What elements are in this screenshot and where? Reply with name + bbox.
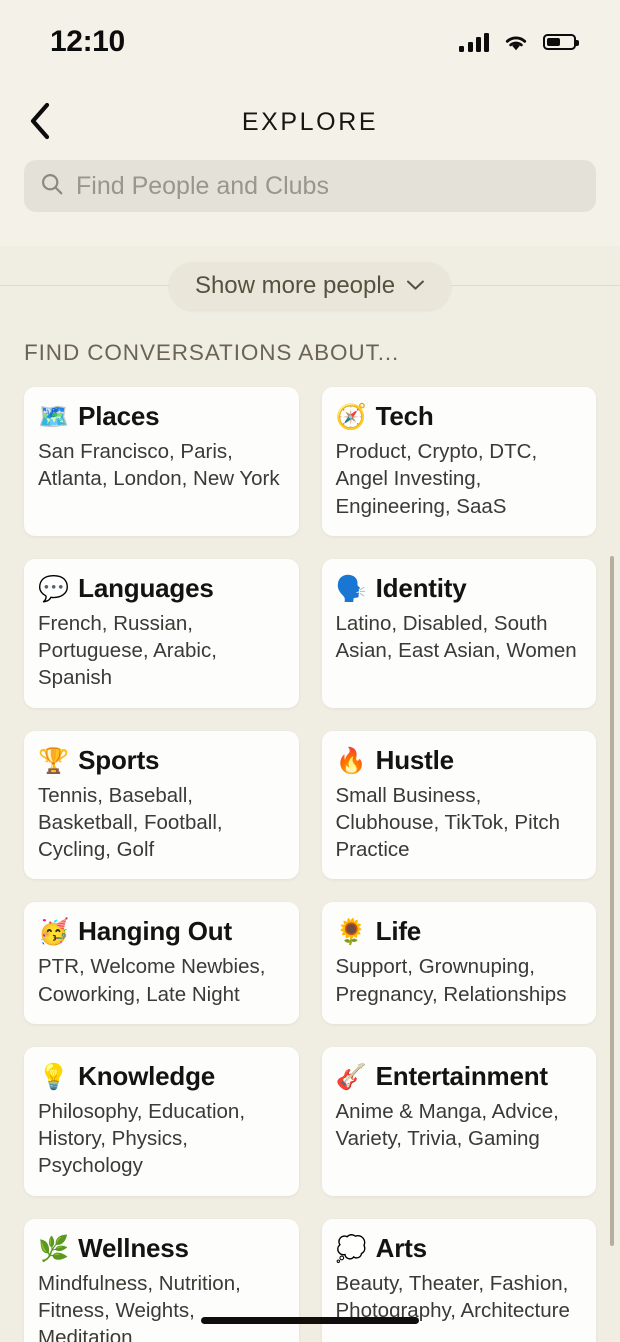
category-title: Wellness bbox=[78, 1232, 189, 1263]
category-card-header: 🌻 Life bbox=[336, 916, 583, 947]
category-title: Places bbox=[78, 401, 160, 431]
fire-emoji: 🔥 bbox=[335, 745, 367, 775]
category-topics: French, Russian, Portuguese, Arabic, Spa… bbox=[38, 611, 217, 690]
category-card-header: 🗺️ Places bbox=[38, 401, 285, 432]
category-card-header: 🥳 Hanging Out bbox=[38, 916, 285, 947]
category-title: Hanging Out bbox=[78, 916, 232, 947]
status-bar: 12:10 bbox=[0, 0, 620, 84]
navigation-header: EXPLORE bbox=[0, 84, 620, 160]
category-title: Entertainment bbox=[375, 1060, 548, 1091]
category-topics: Support, Grownuping, Pregnancy, Relation… bbox=[335, 955, 567, 1006]
partying-face-emoji: 🥳 bbox=[38, 917, 70, 947]
category-card[interactable]: 🗣️ Identity Latino, Disabled, South Asian,… bbox=[321, 558, 596, 708]
category-topics: Mindfulness, Nutrition, Fitness, Weights… bbox=[38, 1271, 241, 1342]
trophy-emoji: 🏆 bbox=[38, 745, 70, 775]
category-topics: Small Business, Clubhouse, TikTok, Pitch… bbox=[335, 783, 560, 862]
category-card-header: 🗣️ Identity bbox=[336, 573, 583, 604]
category-card-header: 🎸 Entertainment bbox=[336, 1061, 583, 1092]
category-card[interactable]: 🌻 Life Support, Grownuping, Pregnancy, Rel… bbox=[321, 902, 596, 1024]
vertical-scrollbar[interactable] bbox=[610, 556, 614, 1246]
back-chevron-icon bbox=[29, 102, 51, 143]
home-indicator bbox=[201, 1317, 419, 1324]
category-topics: Philosophy, Education, History, Physics,… bbox=[38, 1099, 246, 1178]
status-bar-clock: 12:10 bbox=[50, 25, 125, 58]
page-title: EXPLORE bbox=[241, 107, 379, 136]
thought-balloon-emoji: 💭 bbox=[335, 1233, 367, 1263]
category-card-header: 🧭 Tech bbox=[336, 401, 583, 432]
category-card-header: 🌿 Wellness bbox=[38, 1233, 285, 1264]
category-topics: San Francisco, Paris, Atlanta, London, N… bbox=[38, 440, 280, 491]
category-card[interactable]: 💡 Knowledge Philosophy, Education, History… bbox=[24, 1046, 299, 1196]
status-bar-icons bbox=[459, 32, 579, 52]
show-more-row: Show more people bbox=[0, 246, 620, 326]
category-title: Sports bbox=[78, 744, 160, 775]
category-title: Tech bbox=[375, 401, 434, 431]
cellular-signal-icon bbox=[459, 32, 489, 52]
category-card-header: 💭 Arts bbox=[336, 1233, 583, 1264]
search-section bbox=[0, 160, 620, 246]
category-card[interactable]: 🏆 Sports Tennis, Baseball, Basketball, Foo… bbox=[24, 730, 299, 880]
search-icon bbox=[40, 172, 64, 201]
section-heading: FIND CONVERSATIONS ABOUT... bbox=[24, 340, 400, 365]
guitar-emoji: 🎸 bbox=[335, 1061, 367, 1091]
light-bulb-emoji: 💡 bbox=[38, 1061, 70, 1091]
show-more-label: Show more people bbox=[194, 272, 396, 299]
category-title: Knowledge bbox=[78, 1060, 216, 1091]
category-card[interactable]: 🗺️ Places San Francisco, Paris, Atlanta, L… bbox=[24, 387, 299, 536]
category-title: Life bbox=[375, 916, 422, 947]
category-card[interactable]: 💬 Languages French, Russian, Portuguese, A… bbox=[24, 558, 299, 708]
category-title: Arts bbox=[375, 1232, 427, 1263]
back-button[interactable] bbox=[10, 84, 70, 160]
wifi-icon bbox=[503, 33, 529, 52]
category-card[interactable]: 🧭 Tech Product, Crypto, DTC, Angel Investi… bbox=[321, 387, 596, 536]
search-input[interactable] bbox=[76, 171, 580, 201]
category-card-header: 💡 Knowledge bbox=[38, 1061, 285, 1092]
category-topics: Latino, Disabled, South Asian, East Asia… bbox=[335, 611, 577, 662]
world-map-emoji: 🗺️ bbox=[38, 402, 70, 431]
explore-screen: 12:10 EXPLORE Find People and Clubs Show… bbox=[0, 0, 620, 1342]
category-grid: 🗺️ Places San Francisco, Paris, Atlanta, L… bbox=[24, 387, 596, 1342]
speech-balloon-emoji: 💬 bbox=[38, 573, 70, 603]
battery-icon bbox=[543, 34, 579, 50]
category-card-header: 💬 Languages bbox=[38, 573, 285, 604]
category-card[interactable]: 🎸 Entertainment Anime & Manga, Advice, Var… bbox=[321, 1046, 596, 1196]
category-topics: Tennis, Baseball, Basketball, Football, … bbox=[38, 783, 223, 862]
herb-emoji: 🌿 bbox=[38, 1233, 70, 1263]
category-title: Hustle bbox=[375, 744, 454, 775]
category-card[interactable]: 🔥 Hustle Small Business, Clubhouse, TikTok… bbox=[321, 730, 596, 880]
category-card[interactable]: 🥳 Hanging Out PTR, Welcome Newbies, Cowork… bbox=[24, 902, 299, 1024]
category-topics: PTR, Welcome Newbies, Coworking, Late Ni… bbox=[38, 955, 266, 1006]
sunflower-emoji: 🌻 bbox=[335, 917, 367, 947]
category-title: Identity bbox=[375, 572, 467, 603]
speaking-head-emoji: 🗣️ bbox=[335, 573, 367, 603]
category-topics: Anime & Manga, Advice, Variety, Trivia, … bbox=[335, 1099, 559, 1150]
category-topics: Beauty, Theater, Fashion, Photography, A… bbox=[335, 1271, 570, 1322]
search-bar[interactable] bbox=[24, 160, 596, 212]
category-card-header: 🔥 Hustle bbox=[336, 745, 583, 776]
category-topics: Product, Crypto, DTC, Angel Investing, E… bbox=[335, 440, 538, 518]
show-more-people-button[interactable]: Show more people bbox=[168, 262, 452, 310]
compass-emoji: 🧭 bbox=[335, 402, 367, 431]
category-title: Languages bbox=[78, 572, 214, 603]
chevron-down-icon bbox=[406, 279, 425, 294]
category-card-header: 🏆 Sports bbox=[38, 745, 285, 776]
